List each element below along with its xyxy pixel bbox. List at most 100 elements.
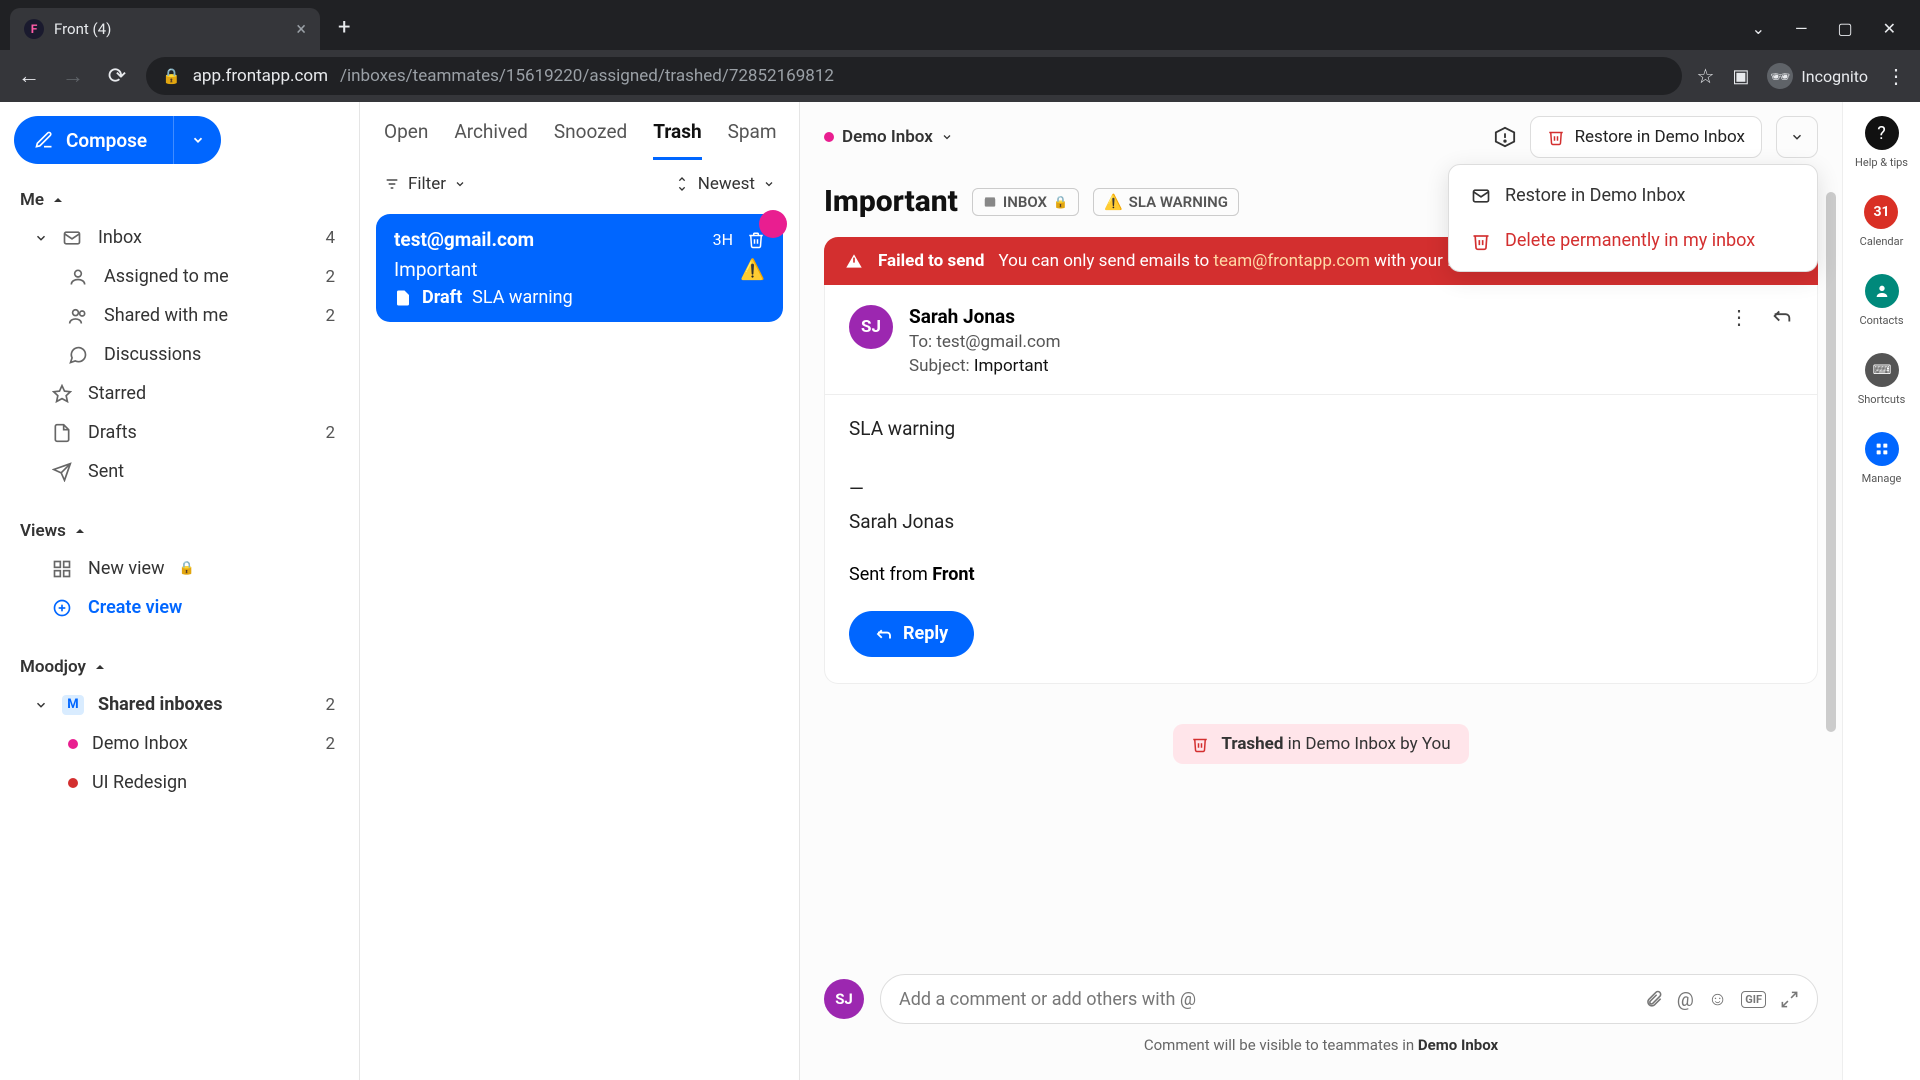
mention-icon[interactable]: @: [1677, 988, 1694, 1011]
tabs-dropdown-icon[interactable]: ⌄: [1752, 19, 1765, 38]
tag-sla-warning[interactable]: ⚠️ SLA WARNING: [1093, 188, 1239, 216]
mail-icon: [1471, 186, 1491, 206]
more-icon[interactable]: ⋮: [1729, 305, 1749, 376]
reply-button[interactable]: Reply: [849, 611, 974, 657]
trash-icon: [1191, 735, 1209, 753]
incognito-icon: 🕶: [1767, 63, 1793, 89]
attach-icon[interactable]: [1644, 990, 1663, 1009]
star-icon: [52, 384, 74, 404]
trash-icon: [1471, 231, 1491, 251]
comment-input[interactable]: Add a comment or add others with @ @ ☺ G…: [880, 974, 1818, 1024]
user-icon: [68, 267, 90, 287]
tag-inbox[interactable]: INBOX 🔒: [972, 188, 1079, 216]
to-line: To: test@gmail.com: [909, 332, 1061, 352]
nav-new-view[interactable]: New view 🔒: [10, 549, 349, 588]
restore-button[interactable]: Restore in Demo Inbox: [1530, 116, 1762, 158]
compose-button[interactable]: Compose: [14, 116, 173, 164]
conversation-list: Open Archived Snoozed Trash Spam Filter …: [360, 102, 800, 1080]
reload-icon[interactable]: ⟳: [102, 64, 132, 89]
extensions-icon[interactable]: ▣: [1732, 66, 1749, 87]
favicon: F: [24, 19, 44, 39]
nav-create-view[interactable]: Create view: [10, 588, 349, 627]
conversation-card[interactable]: test@gmail.com 3H Important ⚠️ Draft SLA…: [376, 214, 783, 322]
m-badge-icon: M: [62, 695, 84, 715]
gif-icon[interactable]: GIF: [1741, 991, 1766, 1008]
contacts-icon: [1865, 274, 1899, 308]
nav-shared-inboxes[interactable]: M Shared inboxes 2: [10, 685, 349, 724]
avatar: SJ: [824, 979, 864, 1019]
emoji-icon[interactable]: ☺: [1708, 987, 1727, 1011]
tab-spam[interactable]: Spam: [728, 120, 777, 160]
address-bar[interactable]: 🔒 app.frontapp.com/inboxes/teammates/156…: [146, 57, 1682, 95]
trashed-pill: Trashed in Demo Inbox by You: [1173, 724, 1468, 764]
rail-help[interactable]: ? Help & tips: [1855, 116, 1908, 169]
nav-starred[interactable]: Starred: [10, 374, 349, 413]
send-icon: [52, 462, 74, 482]
tab-open[interactable]: Open: [384, 120, 428, 160]
conversation-time: 3H: [713, 230, 733, 249]
url-path: /inboxes/teammates/15619220/assigned/tra…: [340, 66, 834, 86]
inbox-chip[interactable]: Demo Inbox: [824, 127, 953, 147]
incognito-badge[interactable]: 🕶 Incognito: [1767, 63, 1868, 89]
keyboard-icon: ⌨: [1865, 353, 1899, 387]
sender-name: Sarah Jonas: [909, 305, 1061, 328]
tab-trash[interactable]: Trash: [653, 120, 701, 160]
alert-icon[interactable]: [1494, 126, 1516, 148]
chevron-down-icon: [191, 133, 205, 147]
section-me[interactable]: Me: [10, 182, 349, 218]
chevron-down-icon: [34, 698, 48, 712]
tab-archived[interactable]: Archived: [454, 120, 528, 160]
new-tab-button[interactable]: +: [338, 15, 350, 40]
expand-icon[interactable]: [1780, 990, 1799, 1009]
nav-drafts[interactable]: Drafts 2: [10, 413, 349, 452]
conversation-from: test@gmail.com: [394, 228, 534, 251]
filter-button[interactable]: Filter: [384, 174, 466, 194]
window-controls: ⌄ ― ▢ ✕: [1752, 19, 1920, 50]
filter-icon: [384, 176, 400, 192]
scrollbar[interactable]: [1826, 182, 1836, 960]
comment-hint: Comment will be visible to teammates in …: [800, 1030, 1842, 1080]
list-tabs: Open Archived Snoozed Trash Spam: [360, 102, 799, 160]
rail-shortcuts[interactable]: ⌨ Shortcuts: [1858, 353, 1906, 406]
compose-dropdown-button[interactable]: [173, 116, 221, 164]
reply-icon[interactable]: [1771, 305, 1793, 327]
rail-manage[interactable]: Manage: [1862, 432, 1902, 485]
message-card: SJ Sarah Jonas To: test@gmail.com Subjec…: [824, 285, 1818, 684]
browser-menu-icon[interactable]: ⋮: [1886, 64, 1906, 88]
maximize-icon[interactable]: ▢: [1837, 19, 1852, 38]
browser-tabstrip: F Front (4) × + ⌄ ― ▢ ✕: [0, 0, 1920, 50]
back-icon[interactable]: ←: [14, 63, 44, 89]
nav-ui-redesign[interactable]: UI Redesign: [10, 763, 349, 802]
nav-assigned-to-me[interactable]: Assigned to me 2: [10, 257, 349, 296]
inbox-icon: [983, 195, 997, 209]
url-host: app.frontapp.com: [193, 66, 328, 86]
rail-contacts[interactable]: Contacts: [1859, 274, 1903, 327]
browser-tab[interactable]: F Front (4) ×: [10, 8, 320, 50]
file-icon: [52, 423, 74, 443]
nav-sent[interactable]: Sent: [10, 452, 349, 491]
close-tab-icon[interactable]: ×: [296, 19, 306, 40]
dropdown-restore[interactable]: Restore in Demo Inbox: [1457, 173, 1809, 218]
nav-inbox[interactable]: Inbox 4: [10, 218, 349, 257]
close-window-icon[interactable]: ✕: [1883, 19, 1896, 38]
minimize-icon[interactable]: ―: [1795, 19, 1808, 38]
section-moodjoy[interactable]: Moodjoy: [10, 649, 349, 685]
nav-shared-with-me[interactable]: Shared with me 2: [10, 296, 349, 335]
grid-icon: [52, 559, 74, 579]
bookmark-icon[interactable]: ☆: [1696, 64, 1714, 88]
dropdown-delete-permanently[interactable]: Delete permanently in my inbox: [1457, 218, 1809, 263]
caret-up-icon: [94, 661, 106, 673]
tab-snoozed[interactable]: Snoozed: [554, 120, 627, 160]
restore-dropdown-menu: Restore in Demo Inbox Delete permanently…: [1448, 164, 1818, 272]
nav-discussions[interactable]: Discussions: [10, 335, 349, 374]
conversation-detail: Demo Inbox Restore in Demo Inbox Restore…: [800, 102, 1842, 1080]
subject-title: Important: [824, 184, 958, 219]
restore-dropdown-button[interactable]: [1776, 116, 1818, 158]
lock-icon: 🔒: [179, 561, 195, 576]
dot-icon: [824, 132, 834, 142]
rail-calendar[interactable]: 31 Calendar: [1860, 195, 1904, 248]
section-views[interactable]: Views: [10, 513, 349, 549]
nav-demo-inbox[interactable]: Demo Inbox 2: [10, 724, 349, 763]
error-link[interactable]: team@frontapp.com: [1213, 251, 1369, 271]
sort-button[interactable]: Newest: [674, 174, 775, 194]
